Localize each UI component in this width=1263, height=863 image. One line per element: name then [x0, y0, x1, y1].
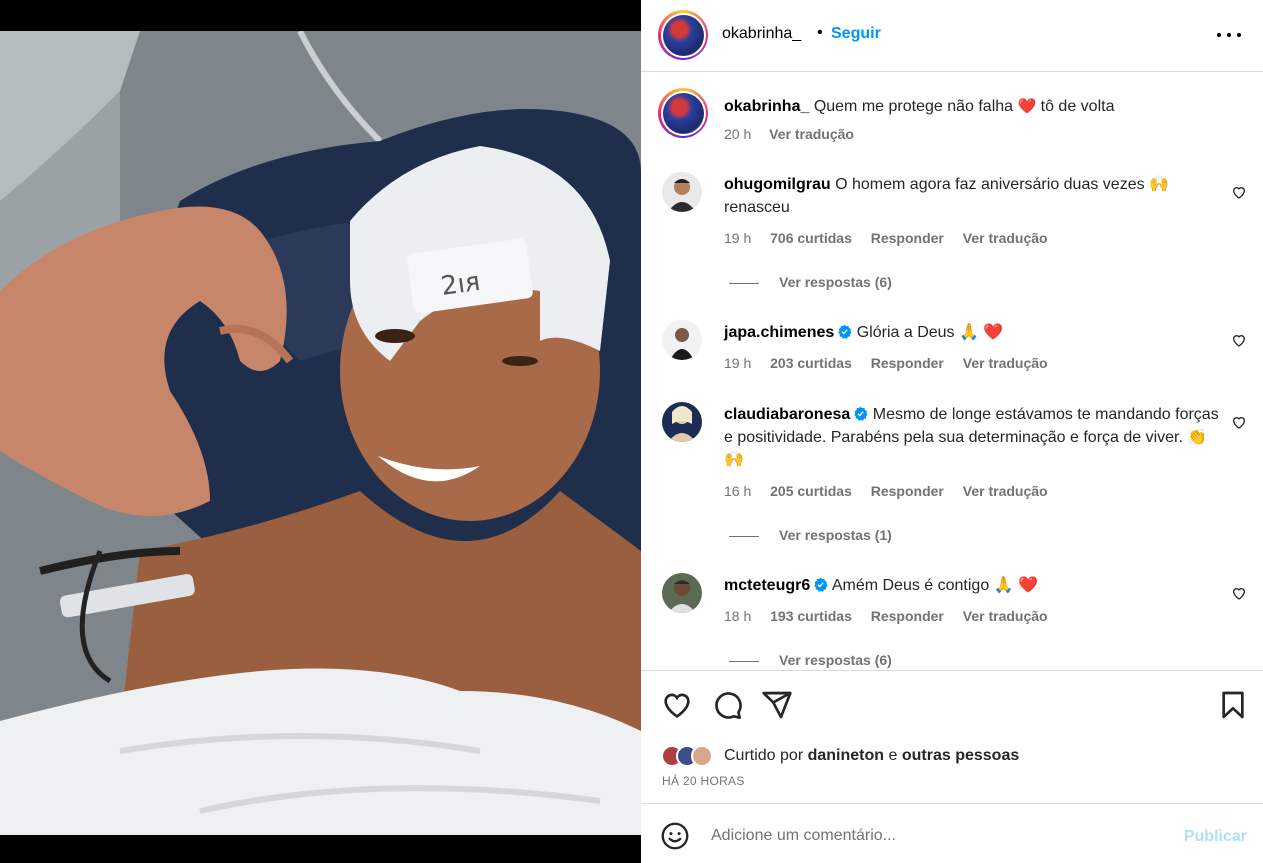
red-heart-emoji: ❤️: [1017, 97, 1037, 115]
more-options-icon[interactable]: [1217, 23, 1241, 47]
liked-by-prefix: Curtido por: [724, 747, 804, 764]
commenter-username[interactable]: mcteteugr6: [724, 577, 810, 594]
comment-text: Amém Deus é contigo 🙏 ❤️: [831, 577, 1038, 594]
reply-button[interactable]: Responder: [871, 608, 944, 624]
photo-illustration: 2ıᴙ: [0, 31, 641, 835]
comment-meta: 19 h 203 curtidas Responder Ver tradução: [724, 355, 1063, 371]
comment-time[interactable]: 16 h: [724, 483, 751, 499]
translate-link[interactable]: Ver tradução: [963, 230, 1048, 246]
translate-link[interactable]: Ver tradução: [963, 355, 1048, 371]
commenter-username[interactable]: japa.chimenes: [724, 324, 834, 341]
comment-time[interactable]: 18 h: [724, 608, 751, 624]
post-header: okabrinha_ • Seguir: [641, 0, 1263, 72]
comment-icon[interactable]: [711, 689, 743, 721]
view-replies-button[interactable]: Ver respostas (6): [729, 652, 892, 668]
comment-like-heart-icon[interactable]: [1231, 184, 1247, 200]
view-replies-button[interactable]: Ver respostas (1): [729, 527, 892, 543]
caption-username[interactable]: okabrinha_: [724, 98, 809, 115]
publish-button[interactable]: Publicar: [1184, 828, 1247, 846]
reply-button[interactable]: Responder: [871, 230, 944, 246]
caption-author-avatar[interactable]: [658, 88, 708, 138]
commenter-avatar[interactable]: [662, 402, 702, 442]
liker-avatar: [691, 745, 713, 767]
view-replies-label: Ver respostas (6): [779, 652, 892, 668]
author-username[interactable]: okabrinha_: [722, 25, 801, 43]
verified-badge-icon: [838, 324, 852, 339]
share-icon[interactable]: [761, 689, 793, 721]
comment-input[interactable]: [711, 822, 1151, 850]
comment-text: Glória a Deus 🙏 ❤️: [856, 324, 1004, 341]
separator-dot: •: [817, 24, 823, 41]
caption-meta: 20 h Ver tradução: [724, 126, 868, 142]
post-timestamp[interactable]: HÁ 20 HORAS: [662, 774, 745, 788]
verified-badge-icon: [814, 577, 828, 592]
commenter-avatar[interactable]: [662, 573, 702, 613]
emoji-picker-icon[interactable]: [661, 822, 689, 850]
verified-badge-icon: [854, 406, 868, 421]
comment-body: japa.chimenes Glória a Deus 🙏 ❤️: [724, 322, 1224, 345]
heart-icon[interactable]: [661, 689, 693, 721]
comment-body: claudiabaronesa Mesmo de longe estávamos…: [724, 404, 1224, 472]
comment-meta: 16 h 205 curtidas Responder Ver tradução: [724, 483, 1063, 499]
liked-by-conj: e: [888, 747, 898, 764]
view-replies-label: Ver respostas (1): [779, 527, 892, 543]
caption-time[interactable]: 20 h: [724, 126, 751, 142]
post-details-panel: okabrinha_ • Seguir okabrinha_ Quem me p…: [641, 0, 1263, 863]
reply-button[interactable]: Responder: [871, 355, 944, 371]
follow-button[interactable]: Seguir: [831, 25, 881, 43]
commenter-avatar[interactable]: [662, 320, 702, 360]
liked-by-user[interactable]: danineton: [808, 747, 884, 764]
comment-likes[interactable]: 203 curtidas: [770, 355, 852, 371]
comment-like-heart-icon[interactable]: [1231, 414, 1247, 430]
caption-text-end: tô de volta: [1040, 98, 1115, 115]
comment-like-heart-icon[interactable]: [1231, 332, 1247, 348]
liked-by[interactable]: Curtido por danineton e outras pessoas: [661, 744, 1019, 768]
comment-meta: 18 h 193 curtidas Responder Ver tradução: [724, 608, 1063, 624]
reply-button[interactable]: Responder: [871, 483, 944, 499]
commenter-username[interactable]: claudiabaronesa: [724, 406, 850, 423]
commenter-username[interactable]: ohugomilgrau: [724, 176, 831, 193]
comment-likes[interactable]: 193 curtidas: [770, 608, 852, 624]
add-comment-bar: Publicar: [641, 803, 1263, 863]
comment-body: ohugomilgrau O homem agora faz aniversár…: [724, 174, 1224, 219]
post-actions: Curtido por danineton e outras pessoas H…: [641, 670, 1263, 802]
comment-meta: 19 h 706 curtidas Responder Ver tradução: [724, 230, 1063, 246]
caption-translate-link[interactable]: Ver tradução: [769, 126, 854, 142]
caption-text-start: Quem me protege não falha: [813, 98, 1014, 115]
svg-text:2ıᴙ: 2ıᴙ: [439, 267, 482, 302]
comment-likes[interactable]: 205 curtidas: [770, 483, 852, 499]
translate-link[interactable]: Ver tradução: [963, 483, 1048, 499]
view-replies-button[interactable]: Ver respostas (6): [729, 274, 892, 290]
post-media[interactable]: 2ıᴙ: [0, 0, 641, 863]
comment-time[interactable]: 19 h: [724, 355, 751, 371]
comment-likes[interactable]: 706 curtidas: [770, 230, 852, 246]
commenter-avatar[interactable]: [662, 172, 702, 212]
comment-time[interactable]: 19 h: [724, 230, 751, 246]
liked-by-others[interactable]: outras pessoas: [902, 747, 1019, 764]
translate-link[interactable]: Ver tradução: [963, 608, 1048, 624]
comments-list[interactable]: okabrinha_ Quem me protege não falha ❤️ …: [641, 72, 1263, 669]
comment-body: mcteteugr6 Amém Deus é contigo 🙏 ❤️: [724, 575, 1224, 598]
bookmark-icon[interactable]: [1217, 689, 1249, 721]
post-photo[interactable]: 2ıᴙ: [0, 31, 641, 835]
view-replies-label: Ver respostas (6): [779, 274, 892, 290]
comment-like-heart-icon[interactable]: [1231, 585, 1247, 601]
liked-by-text: Curtido por danineton e outras pessoas: [724, 747, 1019, 765]
author-avatar[interactable]: [658, 10, 708, 60]
caption: okabrinha_ Quem me protege não falha ❤️ …: [724, 95, 1224, 118]
